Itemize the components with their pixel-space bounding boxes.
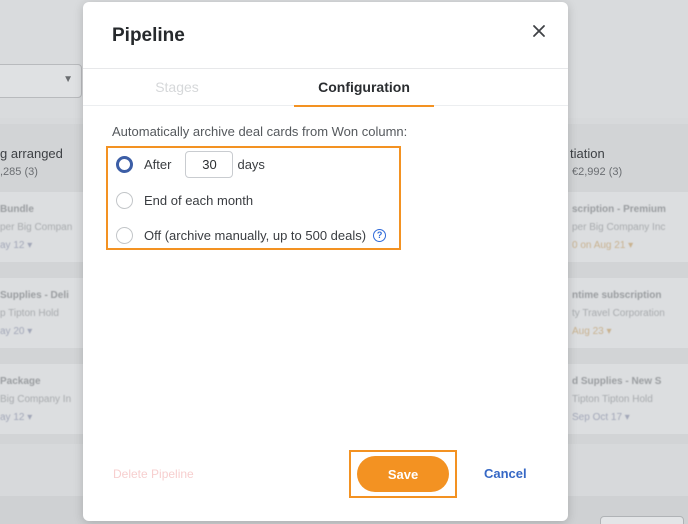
- days-unit-label: days: [237, 157, 265, 172]
- option-off-label: Off (archive manually, up to 500 deals): [144, 228, 367, 243]
- cancel-button[interactable]: Cancel: [484, 466, 527, 481]
- option-after-days[interactable]: After days: [116, 151, 265, 178]
- stage-summary: €2,992 (3): [572, 166, 623, 178]
- radio-after-days[interactable]: [116, 156, 133, 173]
- deal-org: per Big Compan: [0, 222, 73, 233]
- option-month-label: End of each month: [144, 193, 254, 208]
- deal-title: scription - Premium: [572, 204, 666, 215]
- modal-tabs: Stages Configuration: [83, 68, 568, 107]
- deal-meta: ay 20 ▾: [0, 326, 33, 337]
- radio-end-of-month[interactable]: [116, 192, 133, 209]
- stage-title: tiation: [570, 146, 605, 161]
- deal-card[interactable]: Supplies - Deli p Tipton Hold ay 20 ▾: [0, 278, 86, 348]
- option-after-label: After: [144, 157, 172, 172]
- stage-title: g arranged: [0, 146, 63, 161]
- pipeline-select[interactable]: ▼: [0, 64, 82, 98]
- deal-card[interactable]: Bundle per Big Compan ay 12 ▾: [0, 192, 86, 262]
- deal-title: d Supplies - New S: [572, 376, 662, 387]
- help-icon[interactable]: ?: [373, 229, 387, 242]
- deal-card[interactable]: d Supplies - New S Tipton Tipton Hold Se…: [564, 364, 688, 434]
- deal-title: Supplies - Deli: [0, 290, 69, 301]
- deal-card[interactable]: Package Big Company In ay 12 ▾: [0, 364, 86, 434]
- days-input[interactable]: [185, 151, 234, 178]
- deal-org: Big Company In: [0, 394, 72, 405]
- deal-org: p Tipton Hold: [0, 308, 59, 319]
- deal-meta: ay 12 ▾: [0, 412, 33, 423]
- stage-column-left: g arranged ,285 (3) Bundle per Big Compa…: [0, 124, 90, 444]
- stage-column-right: tiation €2,992 (3) scription - Premium p…: [560, 124, 688, 444]
- save-button[interactable]: Save: [357, 456, 449, 492]
- modal-title: Pipeline: [112, 25, 185, 46]
- deal-title: Bundle: [0, 204, 34, 215]
- archive-description: Automatically archive deal cards from Wo…: [112, 124, 408, 139]
- deal-org: per Big Company Inc: [572, 222, 666, 233]
- deal-title: ntime subscription: [572, 290, 662, 301]
- deal-org: ty Travel Corporation: [572, 308, 665, 319]
- deal-card[interactable]: ntime subscription ty Travel Corporation…: [564, 278, 688, 348]
- deal-org: Tipton Tipton Hold: [572, 394, 653, 405]
- deal-title: Package: [0, 376, 41, 387]
- chevron-down-icon: ▼: [63, 74, 73, 85]
- radio-off[interactable]: [116, 227, 133, 244]
- option-off[interactable]: Off (archive manually, up to 500 deals) …: [116, 227, 387, 244]
- close-icon: [533, 25, 545, 37]
- deal-meta: ay 12 ▾: [0, 240, 33, 251]
- pipeline-modal: Pipeline Stages Configuration Automatica…: [83, 2, 568, 521]
- tab-configuration[interactable]: Configuration: [294, 69, 434, 107]
- deal-meta: Aug 23 ▾: [572, 326, 612, 337]
- tab-stages[interactable]: Stages: [113, 69, 241, 106]
- option-end-of-month[interactable]: End of each month: [116, 192, 253, 209]
- stage-summary: ,285 (3): [0, 166, 38, 178]
- deal-meta: 0 on Aug 21 ▾: [572, 240, 634, 251]
- board-footer-button[interactable]: [600, 516, 684, 524]
- deal-card[interactable]: scription - Premium per Big Company Inc …: [564, 192, 688, 262]
- deal-meta: Sep Oct 17 ▾: [572, 412, 630, 423]
- close-button[interactable]: [527, 19, 551, 43]
- delete-pipeline-link[interactable]: Delete Pipeline: [113, 467, 194, 481]
